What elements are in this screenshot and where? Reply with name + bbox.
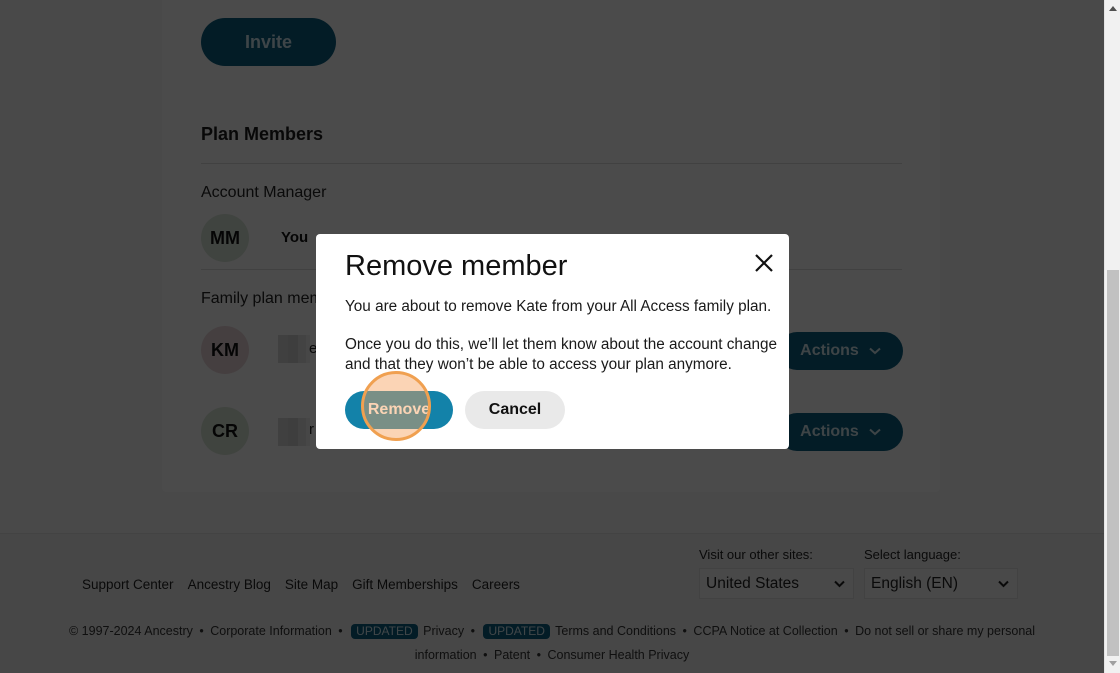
- dialog-title: Remove member: [345, 250, 568, 282]
- dialog-detail-line-2: and that they won’t be able to access yo…: [345, 356, 732, 373]
- close-icon: [755, 254, 773, 272]
- dialog-detail-line-1: Once you do this, we’ll let them know ab…: [345, 336, 777, 353]
- scrollbar-thumb[interactable]: [1107, 270, 1119, 656]
- vertical-scrollbar[interactable]: [1104, 0, 1120, 673]
- cancel-button[interactable]: Cancel: [465, 391, 565, 429]
- remove-member-dialog: Remove member You are about to remove Ka…: [316, 234, 789, 449]
- dialog-message: You are about to remove Kate from your A…: [345, 298, 772, 315]
- scroll-down-arrow-icon[interactable]: [1108, 660, 1118, 668]
- remove-button[interactable]: Remove: [345, 391, 453, 429]
- close-button[interactable]: [752, 251, 776, 275]
- scroll-up-arrow-icon[interactable]: [1108, 4, 1118, 12]
